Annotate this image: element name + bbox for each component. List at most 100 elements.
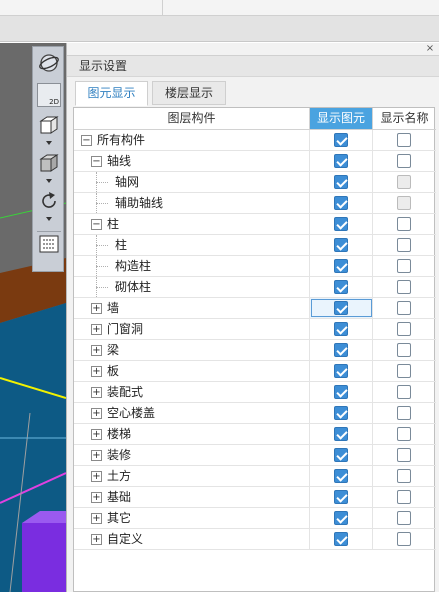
table-row[interactable]: + 空心楼盖 — [74, 403, 436, 424]
rotate-icon[interactable] — [37, 189, 61, 213]
tab-element-display[interactable]: 图元显示 — [75, 81, 148, 106]
table-row[interactable]: + 墙 — [74, 298, 436, 319]
show-name-checkbox[interactable] — [397, 511, 411, 525]
close-icon[interactable]: × — [425, 44, 435, 54]
table-row[interactable]: + 装修 — [74, 445, 436, 466]
2d-view-button[interactable]: 2D — [37, 83, 61, 107]
show-name-checkbox[interactable] — [397, 364, 411, 378]
layer-label: 楼梯 — [107, 427, 132, 441]
collapse-icon[interactable]: − — [81, 135, 92, 146]
table-row[interactable]: + 装配式 — [74, 382, 436, 403]
show-element-checkbox[interactable] — [334, 217, 348, 231]
3d-box-icon[interactable] — [37, 113, 61, 137]
show-element-checkbox[interactable] — [334, 301, 348, 315]
show-name-checkbox[interactable] — [397, 238, 411, 252]
expand-icon[interactable]: + — [91, 324, 102, 335]
show-name-checkbox[interactable] — [397, 532, 411, 546]
show-element-checkbox[interactable] — [334, 427, 348, 441]
table-row[interactable]: + 楼梯 — [74, 424, 436, 445]
table-row[interactable]: + 基础 — [74, 487, 436, 508]
tab-floor-display[interactable]: 楼层显示 — [152, 81, 226, 105]
collapse-icon[interactable]: − — [91, 219, 102, 230]
show-element-checkbox[interactable] — [334, 532, 348, 546]
table-row[interactable]: + 梁 — [74, 340, 436, 361]
show-element-cell — [310, 130, 373, 150]
table-row[interactable]: 辅助轴线 — [74, 193, 436, 214]
show-element-checkbox[interactable] — [334, 343, 348, 357]
header-show-name[interactable]: 显示名称 — [373, 108, 436, 129]
table-row[interactable]: + 板 — [74, 361, 436, 382]
show-element-checkbox[interactable] — [334, 469, 348, 483]
expand-icon[interactable]: + — [91, 492, 102, 503]
expand-icon[interactable]: + — [91, 345, 102, 356]
show-name-checkbox[interactable] — [397, 154, 411, 168]
show-element-cell — [310, 214, 373, 234]
table-row[interactable]: + 门窗洞 — [74, 319, 436, 340]
show-name-checkbox[interactable] — [397, 133, 411, 147]
table-row[interactable]: − 所有构件 — [74, 130, 436, 151]
expand-icon[interactable]: + — [91, 429, 102, 440]
show-element-checkbox[interactable] — [334, 154, 348, 168]
show-name-checkbox[interactable] — [397, 301, 411, 315]
expand-icon[interactable]: + — [91, 303, 102, 314]
show-element-checkbox[interactable] — [334, 385, 348, 399]
show-element-checkbox[interactable] — [334, 448, 348, 462]
show-name-checkbox[interactable] — [397, 469, 411, 483]
table-row[interactable]: + 土方 — [74, 466, 436, 487]
show-element-cell — [310, 340, 373, 360]
show-element-checkbox[interactable] — [334, 133, 348, 147]
expand-icon[interactable]: + — [91, 408, 102, 419]
layer-name-cell: + 装配式 — [74, 382, 310, 402]
show-element-checkbox[interactable] — [334, 259, 348, 273]
show-element-checkbox[interactable] — [334, 196, 348, 210]
table-row[interactable]: − 柱 — [74, 214, 436, 235]
collapse-icon[interactable]: − — [91, 156, 102, 167]
layer-name-cell: 柱 — [74, 235, 310, 255]
expand-icon[interactable]: + — [91, 513, 102, 524]
table-row[interactable]: 构造柱 — [74, 256, 436, 277]
3d-box-dropdown-arrow[interactable] — [46, 141, 52, 145]
expand-icon[interactable]: + — [91, 450, 102, 461]
table-row[interactable]: 轴网 — [74, 172, 436, 193]
show-element-checkbox[interactable] — [334, 364, 348, 378]
show-name-checkbox[interactable] — [397, 406, 411, 420]
ribbon-bar — [0, 16, 439, 42]
solid-box-dropdown-arrow[interactable] — [46, 179, 52, 183]
show-name-checkbox[interactable] — [397, 448, 411, 462]
show-name-checkbox[interactable] — [397, 280, 411, 294]
show-element-checkbox[interactable] — [334, 511, 348, 525]
rotate-dropdown-arrow[interactable] — [46, 217, 52, 221]
show-name-checkbox[interactable] — [397, 385, 411, 399]
header-show-element[interactable]: 显示图元 — [310, 108, 373, 129]
expand-icon[interactable]: + — [91, 534, 102, 545]
layer-label: 墙 — [107, 301, 120, 315]
table-row[interactable]: 柱 — [74, 235, 436, 256]
show-element-checkbox[interactable] — [334, 238, 348, 252]
show-name-checkbox[interactable] — [397, 322, 411, 336]
header-layer-component[interactable]: 图层构件 — [74, 108, 310, 129]
expand-icon[interactable]: + — [91, 387, 102, 398]
show-name-checkbox[interactable] — [397, 217, 411, 231]
show-element-checkbox[interactable] — [334, 490, 348, 504]
show-name-checkbox[interactable] — [397, 490, 411, 504]
expand-icon[interactable]: + — [91, 366, 102, 377]
show-element-checkbox[interactable] — [334, 175, 348, 189]
show-name-checkbox[interactable] — [397, 343, 411, 357]
show-element-checkbox[interactable] — [334, 406, 348, 420]
table-row[interactable]: + 其它 — [74, 508, 436, 529]
orbit-icon[interactable] — [37, 51, 61, 75]
solid-box-icon[interactable] — [37, 151, 61, 175]
table-row[interactable]: + 自定义 — [74, 529, 436, 550]
table-row[interactable]: − 轴线 — [74, 151, 436, 172]
show-name-cell — [373, 277, 436, 297]
show-element-cell — [310, 382, 373, 402]
show-name-cell — [373, 256, 436, 276]
table-row[interactable]: 砌体柱 — [74, 277, 436, 298]
show-name-checkbox[interactable] — [397, 259, 411, 273]
show-element-checkbox[interactable] — [334, 280, 348, 294]
show-element-checkbox[interactable] — [334, 322, 348, 336]
show-name-checkbox[interactable] — [397, 427, 411, 441]
layer-list-icon[interactable] — [37, 231, 61, 255]
expand-icon[interactable]: + — [91, 471, 102, 482]
layer-name-cell: 砌体柱 — [74, 277, 310, 297]
